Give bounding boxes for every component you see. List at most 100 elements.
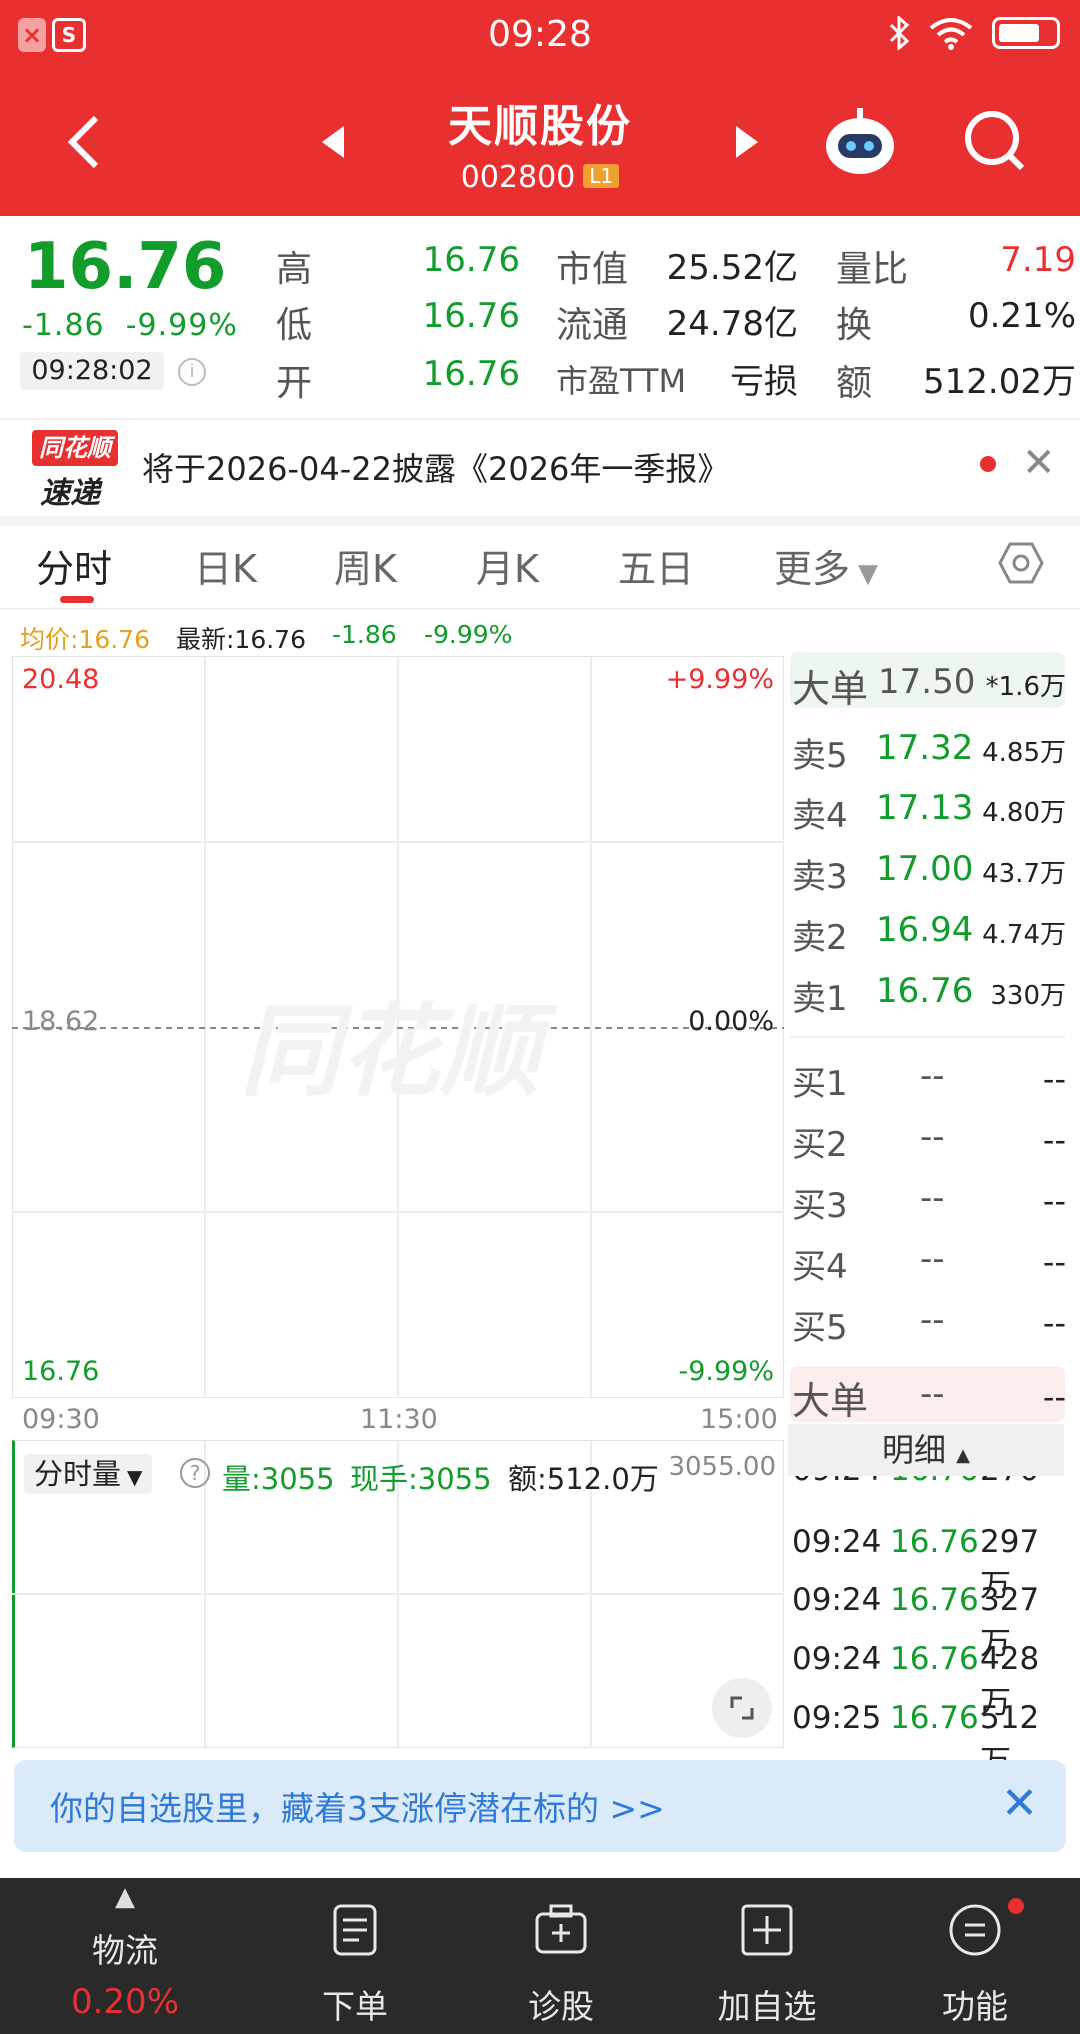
sell-2-row[interactable]: 卖2 16.94 4.74万 — [790, 902, 1070, 958]
buy-2-row[interactable]: 买2 -- -- — [790, 1109, 1070, 1165]
watermark: 同花顺 — [240, 993, 540, 1110]
y-axis-bottom: 16.76 — [22, 1356, 100, 1387]
pe-label: 市盈TTM — [556, 362, 687, 400]
settings-icon[interactable] — [998, 540, 1044, 586]
sell-4-vol: 4.80万 — [982, 798, 1066, 828]
current-price: 16.76 — [24, 230, 227, 304]
big-sell-price: 17.50 — [878, 662, 976, 702]
sell-1-label: 卖1 — [792, 979, 848, 1019]
nav-logistics[interactable]: ▲ 物流 0.20% — [40, 1878, 210, 2034]
nav-diagnose[interactable]: 诊股 — [476, 1878, 646, 2034]
buy-2-price: -- — [920, 1117, 945, 1157]
tick-row: 09:24 16.76 270万 — [790, 1476, 1065, 1494]
high-label: 高 — [276, 249, 313, 290]
low-label: 低 — [276, 305, 313, 346]
sell-3-row[interactable]: 卖3 17.00 43.7万 — [790, 841, 1070, 897]
buy-4-label: 买4 — [792, 1247, 848, 1287]
volume-selector-label: 分时量 — [34, 1457, 122, 1491]
banner-close-icon[interactable]: ✕ — [1001, 1778, 1038, 1829]
buy-1-row[interactable]: 买1 -- -- — [790, 1048, 1070, 1104]
buy-4-row[interactable]: 买4 -- -- — [790, 1231, 1070, 1287]
tab-more[interactable]: 更多 ▼ — [774, 538, 878, 593]
banner-text[interactable]: 你的自选股里，藏着3支涨停潜在标的 >> — [50, 1782, 665, 1830]
news-logo-bottom: 速递 — [40, 476, 100, 511]
turnover-value: 0.21% — [967, 296, 1076, 336]
avg-price: 均价:16.76 — [20, 625, 150, 654]
orderbook-divider — [790, 1036, 1065, 1038]
robot-assistant-icon[interactable] — [824, 106, 896, 176]
promo-banner[interactable]: 你的自选股里，藏着3支涨停潜在标的 >> ✕ — [14, 1760, 1066, 1852]
volume-ratio-label: 量比 — [836, 249, 909, 290]
sell-4-row[interactable]: 卖4 17.13 4.80万 — [790, 780, 1070, 836]
volume-now: 现手:3055 — [350, 1462, 492, 1496]
add-icon — [741, 1904, 793, 1956]
tab-more-label: 更多 — [774, 547, 851, 591]
tab-monthly-k[interactable]: 月K — [476, 538, 539, 593]
buy-2-label: 买2 — [792, 1125, 848, 1165]
quote-time: 09:28:02 — [20, 352, 164, 390]
tick-time: 09:25 — [792, 1700, 882, 1736]
menu-icon — [949, 1904, 1001, 1956]
nav-logistics-label: 物流 — [92, 1931, 158, 1970]
tab-weekly-k[interactable]: 周K — [334, 538, 397, 593]
pct-axis-bottom: -9.99% — [678, 1356, 774, 1387]
buy-5-label: 买5 — [792, 1308, 848, 1348]
tick-row: 09:25 16.76 512万 — [790, 1700, 1065, 1780]
bottom-nav: ▲ 物流 0.20% 下单 诊股 加自选 功能 — [0, 1878, 1080, 2034]
buy-3-price: -- — [920, 1178, 945, 1218]
nav-order[interactable]: 下单 — [270, 1878, 440, 2034]
search-icon[interactable] — [962, 108, 1028, 174]
sell-4-label: 卖4 — [792, 796, 848, 836]
float-value: 24.78亿 — [666, 304, 798, 344]
buy-5-row[interactable]: 买5 -- -- — [790, 1292, 1070, 1348]
high-value: 16.76 — [422, 240, 520, 280]
tab-five-day[interactable]: 五日 — [618, 538, 694, 593]
caret-up-icon: ▲ — [956, 1445, 971, 1466]
tick-vol: 270万 — [980, 1476, 1065, 1494]
change-percent: -9.99% — [125, 308, 238, 343]
mcap-label: 市值 — [556, 249, 629, 290]
sell-3-vol: 43.7万 — [982, 859, 1066, 889]
latest-price: 最新:16.76 — [176, 625, 306, 654]
tab-intraday[interactable]: 分时 — [36, 538, 112, 593]
stat-change: -1.86 — [332, 620, 397, 649]
order-icon — [333, 1904, 377, 1956]
tick-price: 16.76 — [890, 1700, 979, 1736]
tick-time: 09:24 — [792, 1641, 882, 1677]
buy-1-price: -- — [920, 1056, 945, 1096]
nav-add-watchlist[interactable]: 加自选 — [682, 1878, 852, 2034]
nav-diagnose-label: 诊股 — [528, 1987, 594, 2026]
news-text[interactable]: 将于2026-04-22披露《2026年一季报》 — [142, 444, 729, 490]
sell-4-price: 17.13 — [876, 788, 974, 828]
change-value: -1.86 — [22, 308, 105, 343]
sell-5-vol: 4.85万 — [982, 738, 1066, 768]
info-icon[interactable]: i — [178, 358, 206, 386]
top-header: × S 09:28 天顺股份 002800 L1 — [0, 0, 1080, 216]
big-buy-vol: -- — [1042, 1378, 1066, 1416]
buy-5-price: -- — [920, 1300, 945, 1340]
tab-daily-k[interactable]: 日K — [194, 538, 257, 593]
expand-icon[interactable] — [712, 1678, 772, 1738]
news-close-icon[interactable]: ✕ — [1022, 440, 1056, 486]
detail-toggle[interactable]: 明细 ▲ — [788, 1424, 1064, 1476]
volume-qty: 量:3055 — [222, 1462, 335, 1496]
divider — [0, 516, 1080, 526]
next-stock-icon[interactable] — [734, 124, 760, 160]
volume-selector[interactable]: 分时量 ▼ — [24, 1454, 153, 1494]
sell-1-row[interactable]: 卖1 16.76 330万 — [790, 963, 1070, 1019]
sell-5-label: 卖5 — [792, 736, 848, 776]
amount-label: 额 — [836, 363, 873, 404]
stock-code-text: 002800 — [460, 160, 576, 195]
sell-1-price: 16.76 — [876, 971, 974, 1011]
nav-functions[interactable]: 功能 — [890, 1878, 1060, 2034]
open-label: 开 — [276, 363, 313, 404]
help-icon[interactable]: ? — [180, 1458, 210, 1488]
buy-3-row[interactable]: 买3 -- -- — [790, 1170, 1070, 1226]
sell-5-row[interactable]: 卖5 17.32 4.85万 — [790, 720, 1070, 776]
nav-logistics-change: 0.20% — [70, 1982, 179, 2022]
x-axis-mid: 11:30 — [360, 1404, 438, 1435]
nav-functions-label: 功能 — [942, 1987, 1008, 2026]
float-label: 流通 — [556, 305, 629, 346]
open-value: 16.76 — [422, 354, 520, 394]
level-badge: L1 — [583, 164, 620, 188]
